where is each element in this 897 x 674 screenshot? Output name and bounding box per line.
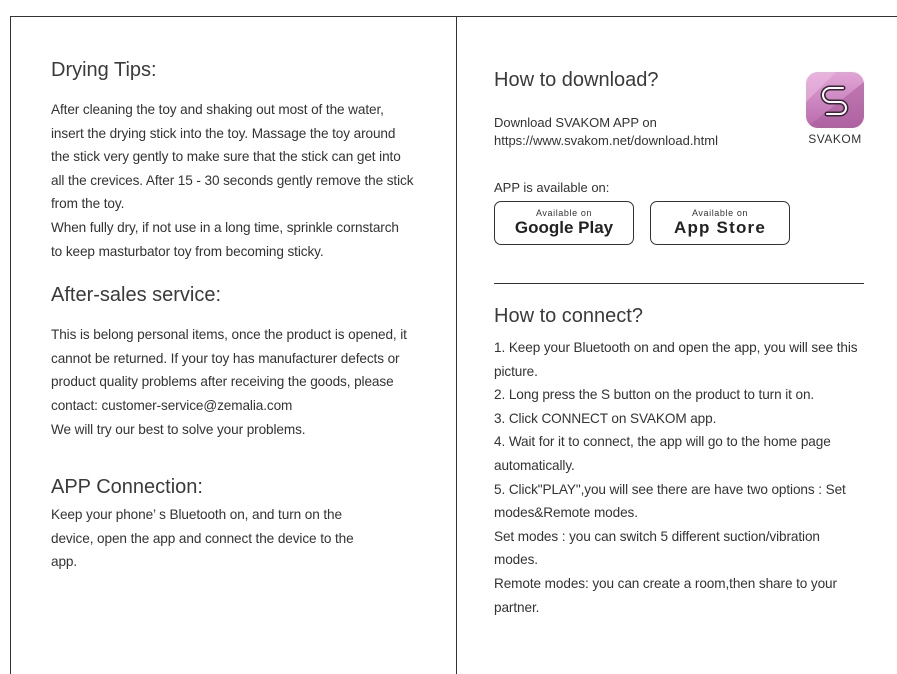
text-line: After cleaning the toy and shaking out m… xyxy=(51,102,384,117)
step-line: partner. xyxy=(494,599,540,615)
top-border-line xyxy=(10,16,897,17)
text-line: insert the drying stick into the toy. Ma… xyxy=(51,125,396,141)
step-line: 5. Click"PLAY",you will see there are ha… xyxy=(494,481,846,497)
text-line: app. xyxy=(51,554,78,570)
step-line: 3. Click CONNECT on SVAKOM app. xyxy=(494,410,717,426)
step-line: automatically. xyxy=(494,457,575,473)
text-line: cannot be returned. If your toy has manu… xyxy=(51,350,400,366)
text-line: all the crevices. After 15 - 30 seconds … xyxy=(51,172,414,188)
svakom-wordmark: SVAKOM xyxy=(808,132,862,146)
how-to-connect-title: How to connect? xyxy=(494,305,643,327)
step-line: modes&Remote modes. xyxy=(494,505,638,521)
drying-tips-title: Drying Tips: xyxy=(51,59,157,81)
google-play-small-label: Available on xyxy=(535,208,593,218)
app-connection-title: APP Connection: xyxy=(51,476,203,499)
text-line: Keep your phone’ s Bluetooth on, and tur… xyxy=(51,507,342,523)
app-connection-text: Keep your phone’ s Bluetooth on, and tur… xyxy=(51,503,415,574)
google-play-button[interactable]: Available on Google Play xyxy=(494,201,634,245)
text-line: This is belong personal items, once the … xyxy=(51,327,407,343)
step-line: modes. xyxy=(494,552,538,568)
step-line: Set modes : you can switch 5 different s… xyxy=(494,528,820,544)
step-line: picture. xyxy=(494,363,538,379)
drying-tips-text: After cleaning the toy and shaking out m… xyxy=(51,98,415,263)
svakom-s-logo-icon xyxy=(806,72,864,128)
left-border-line xyxy=(10,16,11,674)
text-line: the stick very gently to make sure that … xyxy=(51,149,401,165)
contact-email-line: contact: customer-service@zemalia.com xyxy=(51,397,293,413)
text-line: to keep masturbator toy from becoming st… xyxy=(51,243,324,259)
section-divider xyxy=(494,283,864,284)
store-buttons: Available on Google Play Available on Ap… xyxy=(494,201,864,245)
how-to-connect-text: 1. Keep your Bluetooth on and open the a… xyxy=(494,336,864,619)
center-divider-line xyxy=(456,16,457,674)
after-sales-text: This is belong personal items, once the … xyxy=(51,323,415,441)
text-line: device, open the app and connect the dev… xyxy=(51,530,354,546)
step-line: Remote modes: you can create a room,then… xyxy=(494,575,837,591)
svakom-logo: SVAKOM xyxy=(806,72,864,146)
text-line: from the toy. xyxy=(51,196,125,212)
step-line: 2. Long press the S button on the produc… xyxy=(494,387,815,403)
after-sales-title: After-sales service: xyxy=(51,284,222,307)
text-line: When fully dry, if not use in a long tim… xyxy=(51,219,399,235)
step-line: 1. Keep your Bluetooth on and open the a… xyxy=(494,340,858,355)
app-available-label: APP is available on: xyxy=(494,180,610,195)
text-line: product quality problems after receiving… xyxy=(51,374,394,390)
step-line: 4. Wait for it to connect, the app will … xyxy=(494,434,831,450)
app-store-small-label: Available on xyxy=(691,208,749,218)
right-column: How to download? Download SVAKOM APP on … xyxy=(494,68,864,619)
google-play-label: Google Play xyxy=(514,218,614,237)
text-line: We will try our best to solve your probl… xyxy=(51,421,306,437)
app-store-label: App Store xyxy=(673,218,767,237)
left-column: Drying Tips: After cleaning the toy and … xyxy=(51,58,415,574)
app-store-button[interactable]: Available on App Store xyxy=(650,201,790,245)
